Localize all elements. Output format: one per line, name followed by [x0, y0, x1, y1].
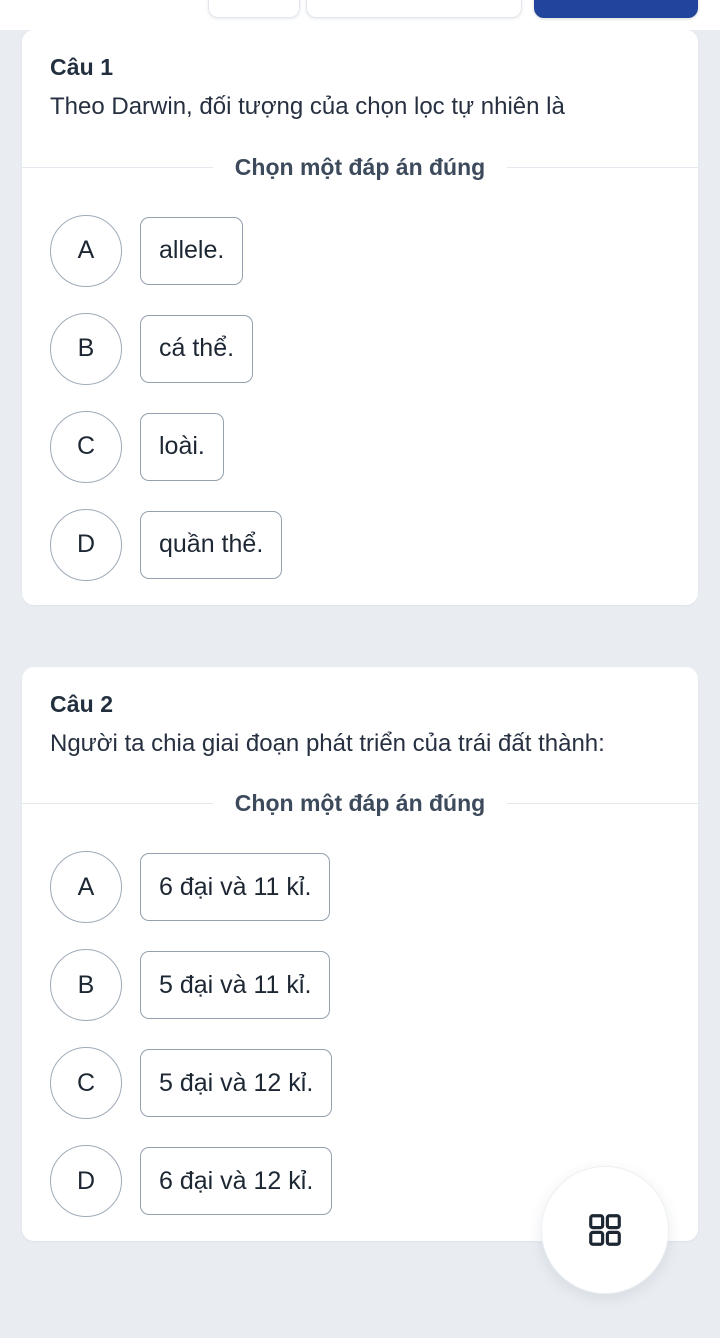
option-row-b[interactable]: B 5 đại và 11 kỉ. [50, 949, 670, 1022]
option-row-d[interactable]: D quần thể. [50, 508, 670, 581]
divider-right-2 [507, 803, 698, 805]
option-key-d[interactable]: D [50, 508, 122, 581]
option-row-c[interactable]: C loài. [50, 410, 670, 483]
question-number-2: Câu 2 [50, 690, 114, 717]
option-text-a[interactable]: allele. [140, 216, 244, 285]
choose-instruction-row-1: Chọn một đáp án đúng [22, 154, 698, 181]
option-key-a[interactable]: A [50, 214, 122, 287]
option-key-b[interactable]: B [50, 949, 122, 1022]
question-prompt-1: Theo Darwin, đối tượng của chọn lọc tự n… [50, 93, 565, 121]
toolbar-primary-button[interactable] [534, 0, 698, 18]
choose-instruction-row-2: Chọn một đáp án đúng [22, 790, 698, 817]
option-row-b[interactable]: B cá thể. [50, 312, 670, 385]
option-key-c[interactable]: C [50, 1047, 122, 1120]
option-text-d[interactable]: quần thể. [140, 510, 283, 579]
options-list-2: A 6 đại và 11 kỉ. B 5 đại và 11 kỉ. C 5 … [22, 817, 698, 1218]
option-key-c[interactable]: C [50, 410, 122, 483]
option-key-d[interactable]: D [50, 1145, 122, 1218]
option-text-d[interactable]: 6 đại và 12 kỉ. [140, 1147, 333, 1216]
option-text-c[interactable]: 5 đại và 12 kỉ. [140, 1049, 333, 1118]
choose-instruction-2: Chọn một đáp án đúng [234, 790, 486, 817]
choose-instruction-1: Chọn một đáp án đúng [234, 153, 486, 180]
divider-right-1 [507, 166, 698, 168]
question-card-1: Câu 1 Theo Darwin, đối tượng của chọn lọ… [22, 30, 698, 605]
options-list-1: A allele. B cá thể. C loài. D quần thể. [22, 181, 698, 581]
option-row-c[interactable]: C 5 đại và 12 kỉ. [50, 1047, 670, 1120]
question-prompt-2: Người ta chia giai đoạn phát triển của t… [50, 729, 605, 757]
toolbar-chip-2[interactable] [306, 0, 522, 18]
grid-apps-fab-button[interactable] [541, 1166, 669, 1294]
toolbar-chip-1[interactable] [208, 0, 300, 18]
divider-left-2 [22, 803, 213, 805]
option-text-c[interactable]: loài. [140, 412, 224, 481]
question-list: Câu 1 Theo Darwin, đối tượng của chọn lọ… [0, 30, 720, 1338]
option-key-b[interactable]: B [50, 312, 122, 385]
divider-left-1 [22, 166, 213, 168]
question-card-2: Câu 2 Người ta chia giai đoạn phát triển… [22, 666, 698, 1242]
question-number-1: Câu 1 [50, 54, 114, 80]
option-text-a[interactable]: 6 đại và 11 kỉ. [140, 853, 331, 922]
grid-apps-icon [586, 1211, 624, 1249]
option-row-a[interactable]: A allele. [50, 214, 670, 287]
top-toolbar [0, 0, 720, 30]
option-row-a[interactable]: A 6 đại và 11 kỉ. [50, 851, 670, 924]
option-key-a[interactable]: A [50, 851, 122, 924]
option-text-b[interactable]: 5 đại và 11 kỉ. [140, 951, 331, 1020]
option-text-b[interactable]: cá thể. [140, 314, 254, 383]
